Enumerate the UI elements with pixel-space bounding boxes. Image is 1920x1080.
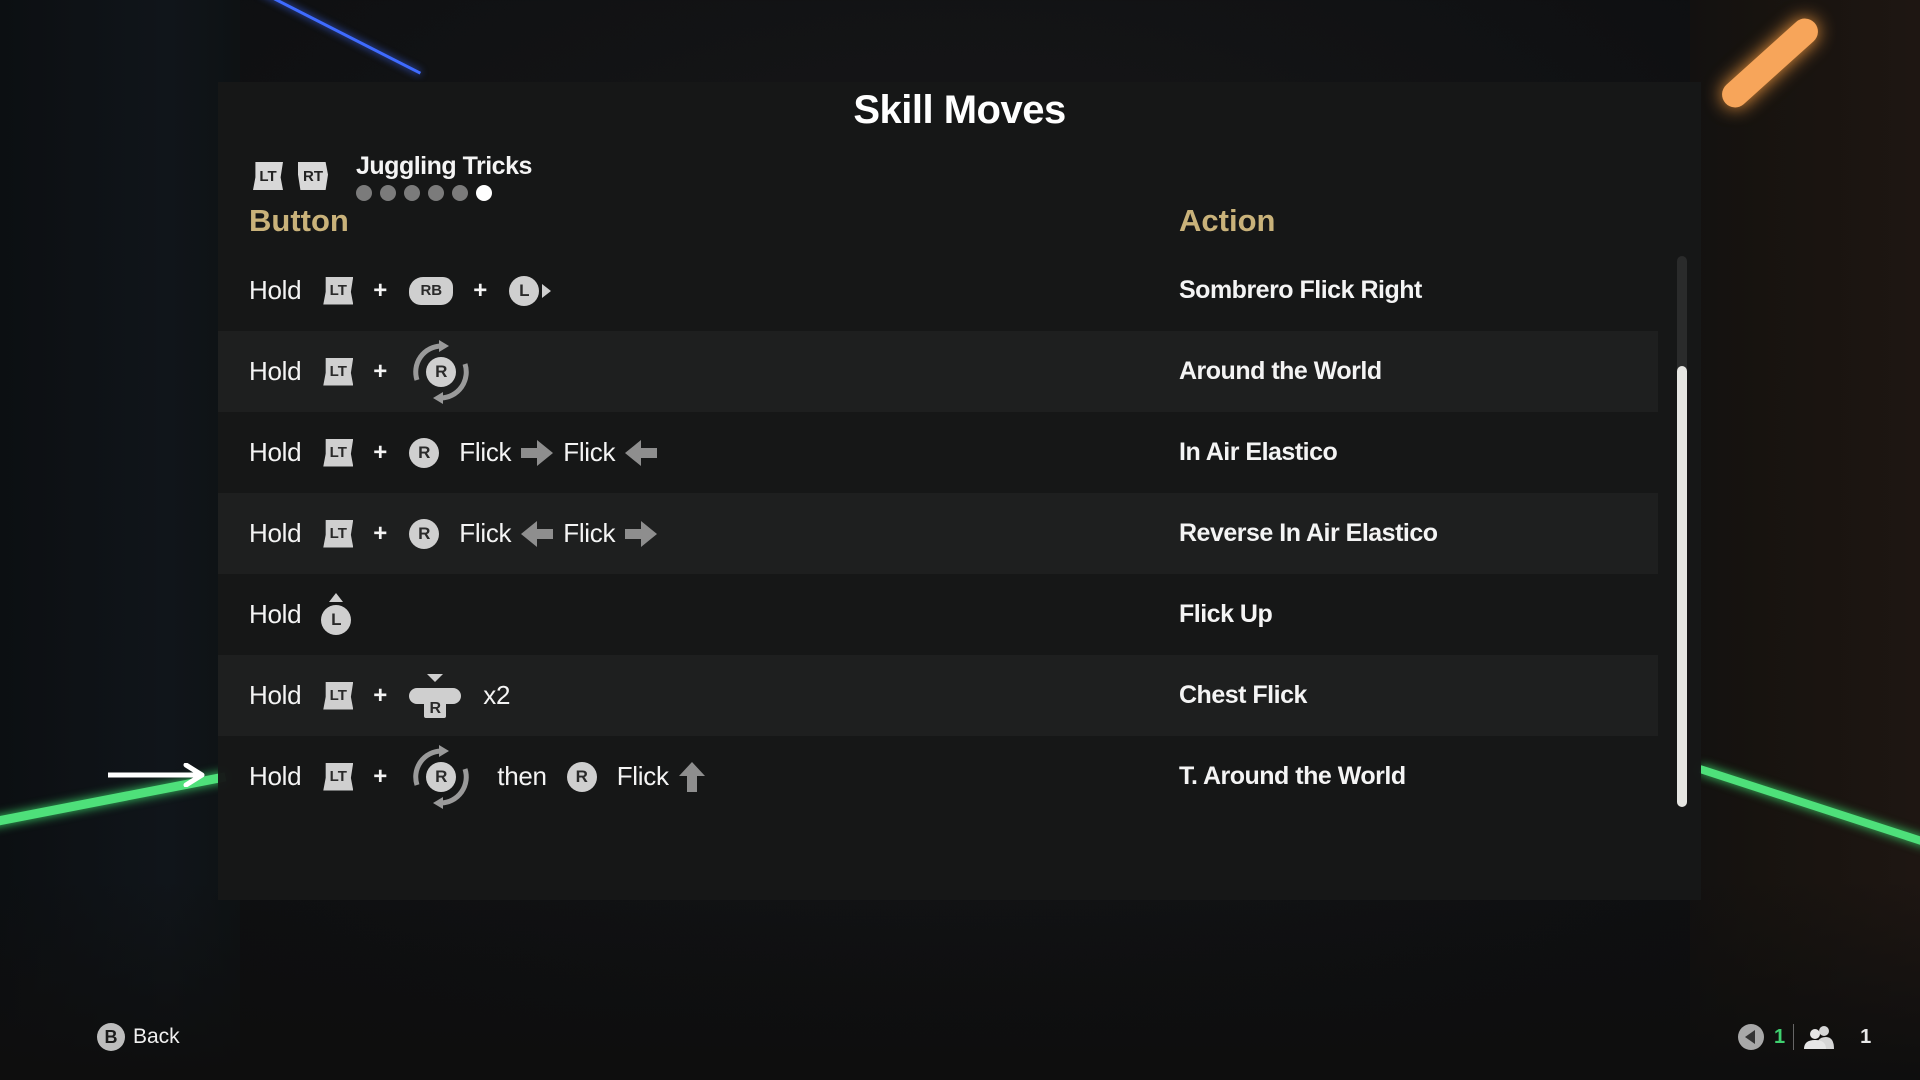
hold-label: Hold bbox=[249, 761, 302, 791]
page-dot bbox=[428, 185, 444, 201]
skill-row[interactable]: Hold LT + R Flick Flick In Air Elastico bbox=[218, 412, 1658, 493]
hold-label: Hold bbox=[249, 356, 302, 386]
background-floor bbox=[0, 880, 1920, 1080]
plus-sign: + bbox=[373, 357, 388, 385]
hold-label: Hold bbox=[249, 518, 302, 548]
plus-sign: + bbox=[373, 438, 388, 466]
direction-right-icon bbox=[542, 283, 552, 298]
lt-button-icon: LT bbox=[323, 357, 354, 386]
plus-sign: + bbox=[373, 276, 388, 304]
right-stick-icon: R bbox=[409, 437, 440, 468]
skill-row[interactable]: Hold LT + R x2 Chest Flick bbox=[218, 655, 1658, 736]
category-page-dots bbox=[356, 185, 492, 201]
action-name: Reverse In Air Elastico bbox=[1179, 519, 1438, 547]
background-blue-light bbox=[259, 0, 422, 75]
button-combo: Hold LT + R bbox=[249, 331, 473, 412]
page-dot bbox=[356, 185, 372, 201]
then-label: then bbox=[497, 761, 547, 791]
skill-row[interactable]: Hold LT + R Around the World bbox=[218, 331, 1658, 412]
party-users-icon bbox=[1804, 1026, 1835, 1049]
hold-label: Hold bbox=[249, 437, 302, 467]
button-combo: Hold LT + RB + L bbox=[249, 250, 552, 331]
plus-sign: + bbox=[373, 681, 388, 709]
pointer-arrow-icon bbox=[108, 763, 205, 787]
skill-row[interactable]: Hold LT + R Flick Flick Reverse In Air E… bbox=[218, 493, 1658, 574]
lt-button-icon: LT bbox=[323, 276, 354, 305]
skill-row-highlighted[interactable]: Hold LT + R then R Flick T. Around the W… bbox=[218, 736, 1658, 817]
action-name: Chest Flick bbox=[1179, 681, 1307, 709]
lt-button-icon: LT bbox=[323, 681, 354, 710]
arrow-left-icon bbox=[521, 520, 554, 547]
action-name: T. Around the World bbox=[1179, 762, 1406, 790]
right-stick-rotate-icon: R bbox=[409, 339, 473, 404]
button-combo: Hold L bbox=[249, 574, 353, 655]
voice-count: 1 bbox=[1774, 1025, 1786, 1048]
action-name: Flick Up bbox=[1179, 600, 1273, 628]
scrollbar-track[interactable] bbox=[1677, 256, 1687, 807]
arrow-right-icon bbox=[625, 520, 658, 547]
scrollbar-thumb[interactable] bbox=[1677, 366, 1687, 807]
page-dot bbox=[404, 185, 420, 201]
left-stick-up-icon: L bbox=[319, 592, 353, 637]
voice-chat-icon bbox=[1738, 1024, 1764, 1050]
skill-row[interactable]: Hold LT + RB + L Sombrero Flick Right bbox=[218, 250, 1658, 331]
column-header-button: Button bbox=[249, 203, 349, 238]
right-stick-icon: R bbox=[409, 518, 440, 549]
page-dot bbox=[380, 185, 396, 201]
flick-label: Flick bbox=[563, 518, 616, 548]
page-dot bbox=[452, 185, 468, 201]
back-button[interactable]: B Back bbox=[97, 1023, 180, 1051]
left-stick-icon: L bbox=[321, 604, 352, 635]
button-combo: Hold LT + R Flick Flick bbox=[249, 493, 658, 574]
repeat-count: x2 bbox=[483, 680, 511, 710]
arrow-left-icon bbox=[625, 439, 658, 466]
flick-label: Flick bbox=[616, 761, 669, 791]
hold-label: Hold bbox=[249, 680, 302, 710]
party-count: 1 bbox=[1860, 1025, 1872, 1048]
button-combo: Hold LT + R x2 bbox=[249, 655, 510, 736]
skill-row[interactable]: Hold L Flick Up bbox=[218, 574, 1658, 655]
status-indicators: 1 1 bbox=[1738, 1022, 1871, 1052]
plus-sign: + bbox=[473, 276, 488, 304]
skill-moves-panel: Skill Moves LT RT Juggling Tricks Button… bbox=[218, 82, 1701, 900]
column-header-action: Action bbox=[1179, 203, 1276, 238]
hold-label: Hold bbox=[249, 275, 302, 305]
page-title: Skill Moves bbox=[853, 88, 1066, 132]
b-button-icon: B bbox=[97, 1023, 125, 1051]
back-label: Back bbox=[133, 1025, 180, 1048]
right-stick-rotate-icon: R bbox=[409, 744, 473, 809]
right-stick-press-icon: R bbox=[409, 673, 462, 718]
plus-sign: + bbox=[373, 762, 388, 790]
left-stick-icon: L bbox=[509, 275, 540, 306]
right-stick-icon: R bbox=[426, 761, 457, 792]
button-combo: Hold LT + R then R Flick bbox=[249, 736, 705, 817]
lt-button-icon: LT bbox=[323, 438, 354, 467]
divider bbox=[1793, 1024, 1795, 1050]
flick-label: Flick bbox=[459, 437, 512, 467]
flick-label: Flick bbox=[459, 518, 512, 548]
action-name: In Air Elastico bbox=[1179, 438, 1338, 466]
skill-moves-list: Hold LT + RB + L Sombrero Flick Right Ho… bbox=[218, 250, 1658, 817]
right-stick-icon: R bbox=[566, 761, 597, 792]
rb-button-icon: RB bbox=[409, 276, 454, 305]
right-stick-icon: R bbox=[426, 356, 457, 387]
page-dot-active bbox=[476, 185, 492, 201]
lt-button-icon: LT bbox=[323, 762, 354, 791]
category-name: Juggling Tricks bbox=[356, 152, 532, 180]
prev-category-lt-icon[interactable]: LT bbox=[253, 162, 283, 190]
next-category-rt-icon[interactable]: RT bbox=[298, 162, 328, 190]
button-combo: Hold LT + R Flick Flick bbox=[249, 412, 658, 493]
action-name: Around the World bbox=[1179, 357, 1382, 385]
lt-button-icon: LT bbox=[323, 519, 354, 548]
arrow-up-icon bbox=[678, 761, 705, 792]
plus-sign: + bbox=[373, 519, 388, 547]
arrow-right-icon bbox=[521, 439, 554, 466]
action-name: Sombrero Flick Right bbox=[1179, 276, 1422, 304]
flick-label: Flick bbox=[563, 437, 616, 467]
hold-label: Hold bbox=[249, 599, 302, 629]
